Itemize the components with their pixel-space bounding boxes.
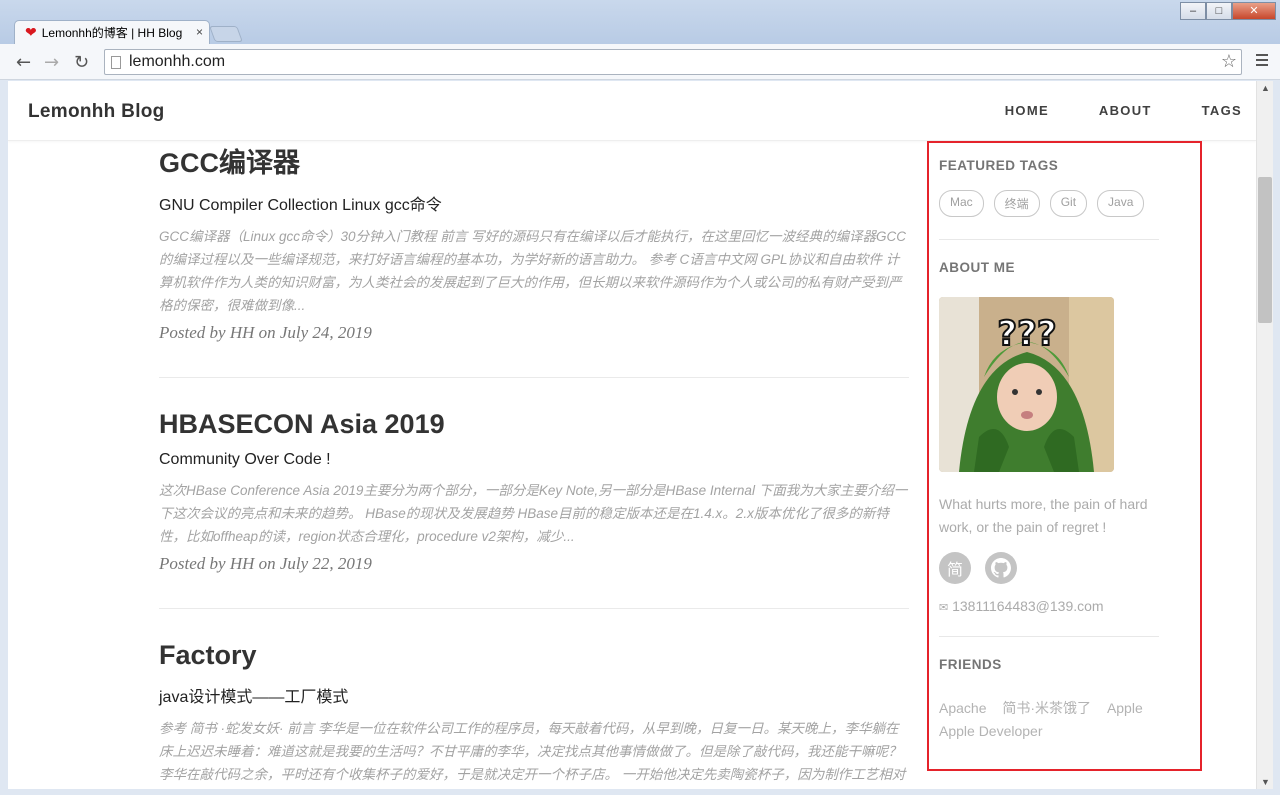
forward-arrow-icon[interactable]: → bbox=[44, 52, 59, 73]
sidebar-divider bbox=[939, 636, 1159, 637]
post-excerpt[interactable]: GCC编译器（Linux gcc命令）30分钟入门教程 前言 写好的源码只有在编… bbox=[159, 225, 909, 317]
new-tab-button[interactable] bbox=[209, 26, 243, 42]
back-arrow-icon[interactable]: ← bbox=[16, 52, 31, 73]
email-contact[interactable]: ✉ 13811164483@139.com bbox=[939, 598, 1159, 614]
post-preview: GCC编译器 GNU Compiler Collection Linux gcc… bbox=[159, 141, 909, 378]
avatar-caption: ??? bbox=[997, 314, 1056, 354]
nav-links: HOME ABOUT TAGS bbox=[955, 103, 1242, 118]
post-excerpt[interactable]: 这次HBase Conference Asia 2019主要分为两个部分，一部分… bbox=[159, 479, 909, 548]
post-meta: Posted by HH on July 24, 2019 bbox=[159, 322, 372, 342]
post-title[interactable]: HBASECON Asia 2019 bbox=[159, 409, 909, 440]
browser-menu-icon[interactable] bbox=[1256, 54, 1268, 69]
address-bar[interactable]: lemonhh.com ☆ bbox=[104, 49, 1242, 75]
friend-link[interactable]: Apple bbox=[1107, 700, 1143, 716]
post-preview: Factory java设计模式——工厂模式 参考 简书 ·蛇发女妖· 前言 李… bbox=[159, 609, 909, 789]
mail-icon: ✉ bbox=[939, 602, 949, 614]
post-meta: Posted by HH on July 22, 2019 bbox=[159, 554, 372, 574]
post-excerpt[interactable]: 参考 简书 ·蛇发女妖· 前言 李华是一位在软件公司工作的程序员，每天敲着代码，… bbox=[159, 717, 909, 789]
tag-git[interactable]: Git bbox=[1049, 190, 1088, 217]
tag-mac[interactable]: Mac bbox=[939, 190, 984, 217]
about-quote: What hurts more, the pain of hard work, … bbox=[939, 496, 1148, 535]
post-title[interactable]: GCC编译器 bbox=[159, 148, 909, 179]
minimize-button[interactable]: – bbox=[1180, 2, 1206, 20]
post-list: GCC编译器 GNU Compiler Collection Linux gcc… bbox=[159, 141, 909, 789]
page-viewport: Lemonhh Blog HOME ABOUT TAGS GCC编译器 GNU … bbox=[8, 81, 1256, 789]
window-close-button[interactable]: ✕ bbox=[1232, 2, 1276, 20]
url-text[interactable]: lemonhh.com bbox=[129, 53, 225, 71]
scroll-down-icon[interactable]: ▼ bbox=[1261, 777, 1270, 787]
vertical-scrollbar[interactable]: ▲ ▼ bbox=[1256, 81, 1273, 789]
sidebar: FEATURED TAGS Mac 终端 Git Java ABOUT ME ?… bbox=[939, 143, 1159, 743]
tag-cloud: Mac 终端 Git Java bbox=[939, 190, 1159, 217]
reload-icon[interactable]: ↻ bbox=[74, 52, 89, 73]
post-subtitle[interactable]: java设计模式——工厂模式 bbox=[159, 683, 909, 707]
tag-java[interactable]: Java bbox=[1097, 190, 1145, 217]
email-text[interactable]: 13811164483@139.com bbox=[952, 598, 1103, 614]
browser-titlebar: ❤ Lemonhh的博客 | HH Blog × – □ ✕ bbox=[0, 0, 1280, 44]
sidebar-highlight: FEATURED TAGS Mac 终端 Git Java ABOUT ME ?… bbox=[927, 141, 1202, 771]
post-preview: HBASECON Asia 2019 Community Over Code !… bbox=[159, 378, 909, 610]
featured-tags-heading: FEATURED TAGS bbox=[939, 158, 1059, 173]
site-brand[interactable]: Lemonhh Blog bbox=[28, 101, 165, 123]
maximize-button[interactable]: □ bbox=[1206, 2, 1232, 20]
tab-title: Lemonhh的博客 | HH Blog bbox=[41, 26, 183, 40]
page-icon bbox=[111, 55, 121, 69]
browser-tab[interactable]: ❤ Lemonhh的博客 | HH Blog × bbox=[14, 20, 210, 44]
social-links: 简 bbox=[939, 552, 1159, 584]
avatar: ??? bbox=[939, 297, 1114, 472]
friends-list: Apache 简书·米茶饿了 Apple Apple Developer bbox=[939, 697, 1159, 743]
bookmark-star-icon[interactable]: ☆ bbox=[1221, 51, 1237, 72]
github-icon[interactable] bbox=[985, 552, 1017, 584]
friend-link[interactable]: Apple Developer bbox=[939, 723, 1043, 739]
scrollbar-thumb[interactable] bbox=[1258, 177, 1272, 323]
heart-favicon-icon: ❤ bbox=[25, 24, 37, 41]
friends-heading: FRIENDS bbox=[939, 657, 1002, 672]
window-controls: – □ ✕ bbox=[1180, 2, 1276, 20]
nav-about[interactable]: ABOUT bbox=[1099, 103, 1152, 118]
post-title[interactable]: Factory bbox=[159, 641, 909, 671]
tag-terminal[interactable]: 终端 bbox=[993, 190, 1040, 217]
about-me-heading: ABOUT ME bbox=[939, 260, 1015, 275]
nav-home[interactable]: HOME bbox=[1005, 103, 1049, 118]
site-navbar: Lemonhh Blog HOME ABOUT TAGS bbox=[8, 81, 1256, 141]
sidebar-divider bbox=[939, 239, 1159, 240]
friend-link[interactable]: Apache bbox=[939, 700, 986, 716]
nav-tags[interactable]: TAGS bbox=[1202, 103, 1242, 118]
avatar-image: ??? bbox=[939, 297, 1114, 472]
tab-close-icon[interactable]: × bbox=[196, 25, 203, 39]
post-subtitle[interactable]: GNU Compiler Collection Linux gcc命令 bbox=[159, 191, 909, 215]
friend-link[interactable]: 简书·米茶饿了 bbox=[1002, 700, 1091, 716]
browser-toolbar: ← → ↻ lemonhh.com ☆ bbox=[0, 44, 1280, 80]
post-subtitle[interactable]: Community Over Code ! bbox=[159, 451, 909, 469]
scroll-up-icon[interactable]: ▲ bbox=[1261, 83, 1270, 93]
jianshu-icon[interactable]: 简 bbox=[939, 552, 971, 584]
